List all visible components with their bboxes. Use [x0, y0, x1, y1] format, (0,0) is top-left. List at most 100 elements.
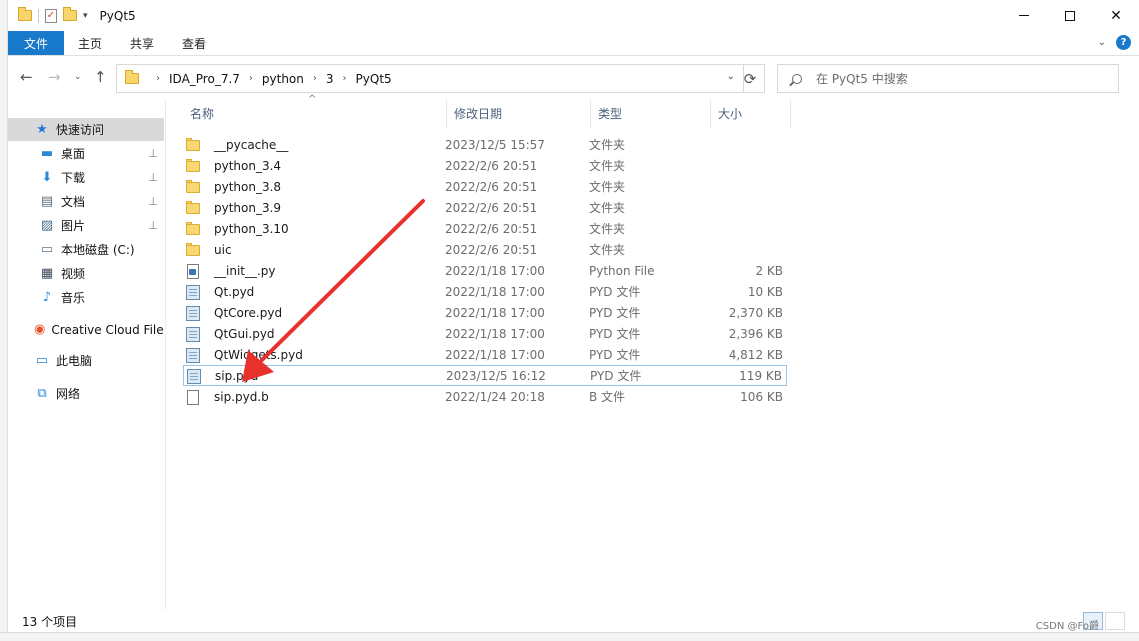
large-icons-view-button[interactable]	[1105, 612, 1125, 630]
file-date: 2022/2/6 20:51	[445, 221, 538, 236]
file-row[interactable]: sip.pyd.b 2022/1/24 20:18 B 文件 106 KB	[183, 386, 787, 407]
file-row[interactable]: Qt.pyd 2022/1/18 17:00 PYD 文件 10 KB	[183, 281, 787, 302]
file-row[interactable]: sip.pyd 2023/12/5 16:12 PYD 文件 119 KB	[183, 365, 787, 386]
breadcrumb-python[interactable]: python	[262, 72, 304, 86]
up-icon[interactable]: ↑	[94, 68, 107, 86]
file-date: 2022/1/18 17:00	[445, 347, 545, 362]
folder-icon	[185, 137, 201, 153]
column-date[interactable]: 修改日期	[447, 100, 591, 128]
file-name: QtWidgets.pyd	[214, 347, 303, 362]
breadcrumb-ida-pro[interactable]: IDA_Pro_7.7	[169, 72, 240, 86]
background-bottom-edge	[0, 632, 1139, 641]
minimize-button[interactable]	[1001, 0, 1047, 31]
address-bar[interactable]: › IDA_Pro_7.7 › python › 3 › PyQt5 ⌄	[116, 64, 744, 93]
file-type: PYD 文件	[589, 327, 641, 341]
breadcrumb-pyqt5[interactable]: PyQt5	[356, 72, 392, 86]
nav-item-6[interactable]: ▦ 视频	[8, 262, 164, 285]
tab-view[interactable]: 查看	[168, 31, 220, 55]
file-row[interactable]: QtGui.pyd 2022/1/18 17:00 PYD 文件 2,396 KB	[183, 323, 787, 344]
file-row[interactable]: python_3.9 2022/2/6 20:51 文件夹	[183, 197, 787, 218]
refresh-button[interactable]: ⟳	[736, 64, 765, 93]
download-icon: ⬇	[41, 170, 53, 185]
nav-item-8[interactable]: ◉ Creative Cloud Files	[8, 318, 164, 341]
nav-item-10[interactable]: ⧉ 网络	[8, 382, 164, 405]
pin-icon[interactable]: ⊥	[148, 171, 158, 184]
file-date: 2023/12/5 15:57	[445, 137, 545, 152]
file-row[interactable]: __init__.py 2022/1/18 17:00 Python File 2 K…	[183, 260, 787, 281]
breadcrumb-separator-icon[interactable]: ›	[343, 73, 347, 84]
recent-locations-icon[interactable]: ⌄	[74, 72, 82, 82]
file-type: 文件夹	[589, 201, 626, 215]
background-window-edge	[0, 0, 8, 641]
nav-item-1[interactable]: ▬ 桌面 ⊥	[8, 142, 164, 165]
file-type: Python File	[589, 263, 655, 278]
item-count: 13 个项目	[22, 614, 78, 629]
file-name: sip.pyd.b	[214, 389, 269, 404]
breadcrumb-3[interactable]: 3	[326, 72, 334, 86]
file-size: 106 KB	[740, 389, 783, 404]
nav-item-3[interactable]: ▤ 文档 ⊥	[8, 190, 164, 213]
breadcrumb-separator-icon[interactable]: ›	[156, 73, 160, 84]
file-type: 文件夹	[589, 222, 626, 236]
pin-icon[interactable]: ⊥	[148, 147, 158, 160]
pin-icon[interactable]: ⊥	[148, 195, 158, 208]
tab-file[interactable]: 文件	[8, 31, 64, 55]
file-type: PYD 文件	[589, 348, 641, 362]
file-row[interactable]: QtCore.pyd 2022/1/18 17:00 PYD 文件 2,370 KB	[183, 302, 787, 323]
nav-item-label: 视频	[61, 267, 86, 281]
column-name[interactable]: 名称	[183, 100, 447, 128]
new-folder-icon[interactable]	[63, 7, 77, 21]
back-icon[interactable]: ←	[20, 68, 33, 86]
nav-item-label: 网络	[56, 387, 81, 401]
tab-share[interactable]: 共享	[116, 31, 168, 55]
file-row[interactable]: QtWidgets.pyd 2022/1/18 17:00 PYD 文件 4,812 …	[183, 344, 787, 365]
breadcrumb-separator-icon[interactable]: ›	[249, 73, 253, 84]
forward-icon[interactable]: →	[48, 68, 61, 86]
maximize-icon	[1065, 10, 1075, 21]
maximize-button[interactable]	[1047, 0, 1093, 31]
video-icon: ▦	[40, 266, 54, 281]
column-size[interactable]: 大小	[711, 100, 791, 128]
file-size: 2,370 KB	[728, 305, 783, 320]
file-row[interactable]: python_3.8 2022/2/6 20:51 文件夹	[183, 176, 787, 197]
address-row: ← → ⌄ ↑ › IDA_Pro_7.7 › python › 3 › PyQ…	[8, 56, 1139, 100]
file-date: 2022/2/6 20:51	[445, 200, 538, 215]
customize-toolbar-icon[interactable]: ▾	[83, 11, 88, 21]
address-dropdown-icon[interactable]: ⌄	[727, 71, 735, 82]
file-date: 2022/1/18 17:00	[445, 284, 545, 299]
nav-item-9[interactable]: ▭ 此电脑	[8, 349, 164, 372]
pin-icon[interactable]: ⊥	[148, 219, 158, 232]
nav-item-0[interactable]: ★ 快速访问	[8, 118, 164, 141]
breadcrumb-separator-icon[interactable]: ›	[313, 73, 317, 84]
file-row[interactable]: uic 2022/2/6 20:51 文件夹	[183, 239, 787, 260]
file-type: PYD 文件	[590, 369, 642, 383]
nav-item-4[interactable]: ▨ 图片 ⊥	[8, 214, 164, 237]
file-list: ^ 名称 修改日期 类型 大小 __pycache__ 2023/12/5 15:…	[173, 94, 1139, 610]
expand-ribbon-icon[interactable]: ⌄	[1098, 37, 1106, 48]
nav-item-7[interactable]: ♪ 音乐	[8, 286, 164, 309]
nav-item-2[interactable]: ⬇ 下载 ⊥	[8, 166, 164, 189]
file-type: 文件夹	[589, 159, 626, 173]
navigation-pane: ★ 快速访问 ▬ 桌面 ⊥ ⬇ 下载 ⊥ ▤ 文档 ⊥ ▨ 图片 ⊥ ▭ 本地磁盘 (C:) ▦ 视频 ♪ 音乐 ◉ Cr…	[8, 100, 166, 610]
file-date: 2022/2/6 20:51	[445, 179, 538, 194]
search-input[interactable]: 在 PyQt5 中搜索	[777, 64, 1119, 93]
column-type[interactable]: 类型	[591, 100, 711, 128]
file-type: 文件夹	[589, 180, 626, 194]
folder-icon	[185, 200, 201, 216]
folder-icon	[185, 179, 201, 195]
tab-home[interactable]: 主页	[64, 31, 116, 55]
properties-icon[interactable]: ✓	[45, 8, 57, 23]
pyd-file-icon	[185, 326, 201, 342]
nav-item-label: 桌面	[61, 147, 86, 161]
file-name: python_3.4	[214, 158, 282, 173]
help-icon[interactable]: ?	[1116, 35, 1131, 50]
file-name: python_3.10	[214, 221, 289, 236]
file-row[interactable]: python_3.4 2022/2/6 20:51 文件夹	[183, 155, 787, 176]
nav-item-label: 音乐	[61, 291, 86, 305]
file-row[interactable]: __pycache__ 2023/12/5 15:57 文件夹	[183, 134, 787, 155]
file-date: 2022/1/18 17:00	[445, 326, 545, 341]
nav-item-5[interactable]: ▭ 本地磁盘 (C:)	[8, 238, 164, 261]
file-row[interactable]: python_3.10 2022/2/6 20:51 文件夹	[183, 218, 787, 239]
network-icon: ⧉	[37, 386, 47, 401]
close-button[interactable]: ✕	[1093, 0, 1139, 31]
